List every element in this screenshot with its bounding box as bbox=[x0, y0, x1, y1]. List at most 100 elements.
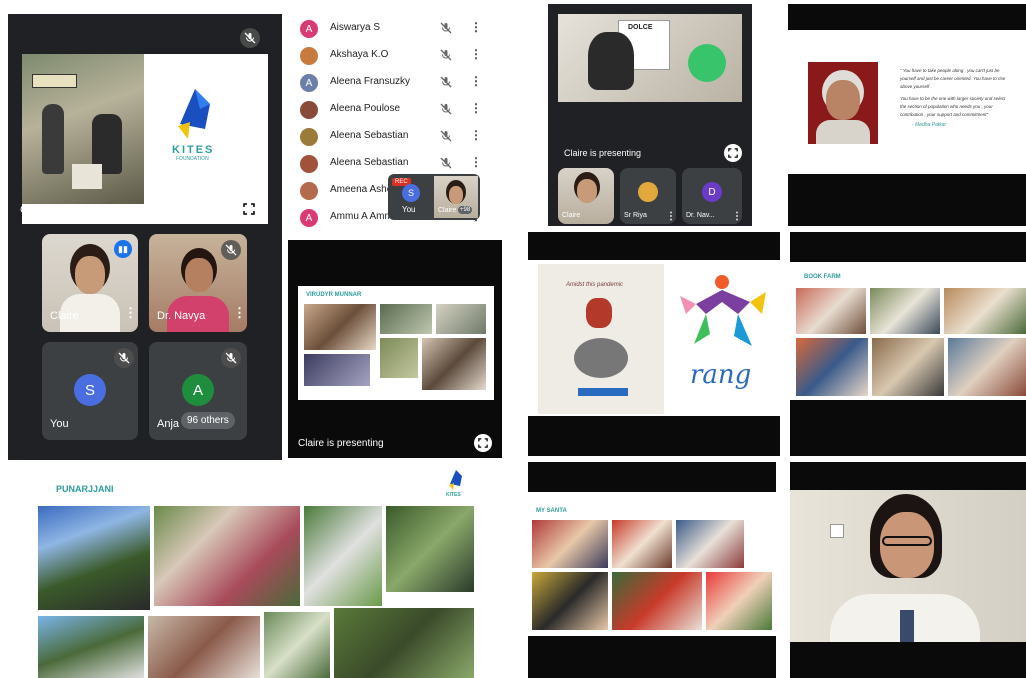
presenting-label: Claire is presenting bbox=[298, 438, 384, 449]
slide-photo bbox=[380, 338, 418, 378]
speaker-photo bbox=[808, 62, 878, 144]
tile-name: Claire bbox=[562, 212, 581, 219]
slide-photo bbox=[532, 520, 608, 568]
meet-main-panel: KITES FOUNDATION Claire is presenting Cl… bbox=[8, 14, 282, 460]
more-options-icon[interactable]: ⋮ bbox=[470, 74, 482, 88]
slide-photo bbox=[612, 520, 672, 568]
participant-list: A Aiswarya S ⋮ Akshaya K.O ⋮ A Aleena Fr… bbox=[290, 10, 490, 234]
more-options-icon[interactable]: ⋮ bbox=[470, 101, 482, 115]
avatar bbox=[300, 155, 318, 173]
speaking-indicator-icon: ▮▮ bbox=[114, 240, 132, 258]
rang-logo-icon bbox=[676, 274, 768, 354]
slide-photo bbox=[532, 572, 608, 630]
tile-name: Dr. Nav... bbox=[686, 212, 715, 219]
mic-off-icon bbox=[440, 75, 452, 93]
list-item[interactable]: A Aiswarya S ⋮ bbox=[300, 18, 485, 44]
participant-tile-riya[interactable]: Sr Riya ⋮ bbox=[620, 168, 676, 224]
slide-photo bbox=[422, 338, 486, 390]
slide-photo bbox=[796, 338, 868, 396]
my-santa-slide: MY SANTA bbox=[528, 492, 776, 636]
quote-text: contribution , your support and commitme… bbox=[900, 112, 989, 117]
tile-name: You bbox=[50, 418, 69, 430]
slide-photo bbox=[706, 572, 772, 630]
slide-photo bbox=[334, 608, 474, 678]
mic-off-icon bbox=[240, 28, 260, 48]
list-item[interactable]: Akshaya K.O ⋮ bbox=[300, 45, 485, 71]
mic-off-icon bbox=[440, 156, 452, 174]
more-options-icon[interactable]: ⋮ bbox=[233, 306, 246, 319]
more-options-icon[interactable]: ⋮ bbox=[470, 20, 482, 34]
slide-photo bbox=[386, 506, 474, 592]
participant-name: Aiswarya S bbox=[330, 22, 381, 33]
avatar bbox=[300, 182, 318, 200]
participant-tile-dr-nav[interactable]: D Dr. Nav... ⋮ bbox=[682, 168, 742, 224]
presenting-label: Claire is presenting bbox=[564, 148, 642, 158]
quote-author: - Medha Patkar bbox=[912, 122, 947, 128]
mic-off-icon bbox=[221, 240, 241, 260]
book-farm-panel: BOOK FARM bbox=[790, 232, 1026, 456]
quote-panel: " You have to take people along , you ca… bbox=[788, 4, 1026, 226]
avatar: S bbox=[74, 374, 106, 406]
more-options-icon[interactable]: ⋮ bbox=[124, 306, 137, 319]
list-item[interactable]: Aleena Sebastian ⋮ bbox=[300, 126, 485, 152]
participant-tile-claire[interactable]: Claire bbox=[558, 168, 614, 224]
others-count-badge[interactable]: 96 others bbox=[181, 412, 235, 429]
mini-call-overlay[interactable]: REC S You Claire +98 bbox=[388, 174, 480, 220]
quote-text: above yourself . bbox=[900, 84, 932, 89]
fullscreen-button[interactable] bbox=[474, 434, 492, 452]
participant-name: Aleena Sebastian bbox=[330, 157, 409, 168]
slide-title: MY SANTA bbox=[536, 508, 567, 514]
mic-off-icon bbox=[114, 348, 134, 368]
quote-text: " You have to take people along , you ca… bbox=[900, 68, 1000, 73]
avatar: D bbox=[702, 182, 722, 202]
presenting-label: Claire is presenting bbox=[20, 204, 115, 216]
kites-logo-text: KITES bbox=[172, 144, 215, 156]
slide-photo bbox=[380, 304, 432, 334]
kites-logo-subtext: FOUNDATION bbox=[176, 156, 209, 162]
tile-name: Claire bbox=[50, 310, 79, 322]
more-options-icon[interactable]: ⋮ bbox=[470, 128, 482, 142]
more-options-icon[interactable]: ⋮ bbox=[732, 210, 742, 223]
fullscreen-button[interactable] bbox=[238, 198, 260, 220]
avatar: A bbox=[300, 74, 318, 92]
avatar: A bbox=[300, 20, 318, 38]
rang-slide: Amidst this pandemic rang bbox=[528, 260, 780, 416]
slide-photo bbox=[436, 304, 486, 334]
avatar: S bbox=[402, 184, 420, 202]
slide-photo bbox=[948, 338, 1026, 396]
tile-name: Sr Riya bbox=[624, 212, 647, 219]
kites-logo-icon bbox=[446, 468, 466, 492]
sign-text: DOLCE bbox=[628, 24, 653, 31]
meet-secondary-panel: DOLCE Claire is presenting Claire Sr Riy… bbox=[548, 4, 752, 226]
list-item[interactable]: Aleena Poulose ⋮ bbox=[300, 99, 485, 125]
participant-tile-navya[interactable]: Dr. Navya ⋮ bbox=[149, 234, 247, 332]
more-options-icon[interactable]: ⋮ bbox=[470, 155, 482, 169]
slide-photo bbox=[872, 338, 944, 396]
avatar: A bbox=[182, 374, 214, 406]
presenter-video bbox=[790, 490, 1026, 642]
participant-tile-you[interactable]: S You bbox=[42, 342, 138, 440]
list-item[interactable]: A Aleena Fransuzky ⋮ bbox=[300, 72, 485, 98]
more-options-icon[interactable]: ⋮ bbox=[470, 47, 482, 61]
slide-photo bbox=[38, 506, 150, 610]
tile-name: Dr. Navya bbox=[157, 310, 206, 322]
slide-title: VIRUDYR MUNNAR bbox=[306, 292, 362, 298]
pandemic-poster: Amidst this pandemic bbox=[538, 264, 664, 414]
quote-text: the section of population who needs you … bbox=[900, 104, 993, 109]
avatar: A bbox=[300, 209, 318, 227]
avatar bbox=[300, 128, 318, 146]
participant-tile-anja[interactable]: A Anja 96 others bbox=[149, 342, 247, 440]
rang-panel: Amidst this pandemic rang bbox=[528, 232, 780, 456]
slide-photo bbox=[676, 520, 744, 568]
more-options-icon[interactable]: ⋮ bbox=[666, 210, 676, 223]
slide-photo bbox=[612, 572, 702, 630]
fullscreen-button[interactable] bbox=[724, 144, 742, 162]
slide-photo bbox=[148, 616, 260, 678]
participant-name: Aleena Poulose bbox=[330, 103, 401, 114]
mic-off-icon bbox=[221, 348, 241, 368]
slide-photo bbox=[304, 354, 370, 386]
mic-off-icon bbox=[440, 21, 452, 39]
webcam-panel bbox=[790, 462, 1026, 678]
participant-tile-claire[interactable]: Claire ▮▮ ⋮ bbox=[42, 234, 138, 332]
avatar bbox=[300, 47, 318, 65]
